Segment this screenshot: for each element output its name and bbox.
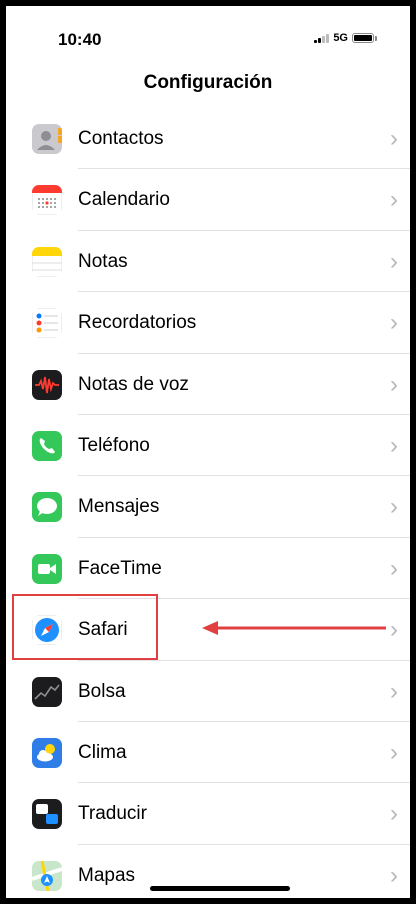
chevron-right-icon: › <box>390 247 398 275</box>
home-indicator[interactable] <box>150 886 290 891</box>
settings-row-recordatorios[interactable]: Recordatorios › <box>6 292 410 354</box>
settings-row-notas[interactable]: Notas › <box>6 231 410 293</box>
safari-highlight-box <box>12 594 158 660</box>
reminders-icon <box>32 308 62 339</box>
network-label: 5G <box>333 32 348 44</box>
chevron-right-icon: › <box>390 493 398 521</box>
settings-row-label: Traducir <box>78 803 147 825</box>
maps-icon <box>32 860 62 891</box>
chevron-right-icon: › <box>390 738 398 766</box>
phone-icon <box>32 430 62 461</box>
chevron-right-icon: › <box>390 309 398 337</box>
settings-row-label: Notas <box>78 250 128 272</box>
settings-row-mensajes[interactable]: Mensajes › <box>6 476 410 538</box>
settings-list: Contactos › Calendario › Notas › Recorda… <box>6 108 410 898</box>
chevron-right-icon: › <box>390 861 398 889</box>
settings-row-label: Notas de voz <box>78 373 189 395</box>
settings-row-label: Bolsa <box>78 680 126 702</box>
notes-icon <box>32 246 62 277</box>
settings-row-contactos[interactable]: Contactos › <box>6 108 410 170</box>
battery-icon <box>352 33 377 43</box>
calendar-icon <box>32 185 62 216</box>
settings-row-calendario[interactable]: Calendario › <box>6 169 410 231</box>
settings-row-bolsa[interactable]: Bolsa › <box>6 661 410 722</box>
settings-row-label: Contactos <box>78 128 164 149</box>
settings-row-label: Clima <box>78 741 127 763</box>
settings-row-label: FaceTime <box>78 557 162 579</box>
translate-icon <box>32 799 62 830</box>
facetime-icon <box>32 553 62 584</box>
settings-row-clima[interactable]: Clima › <box>6 722 410 784</box>
signal-icon <box>314 33 330 43</box>
phone-screen: 10:40 5G Configuración Contactos › Calen… <box>6 6 410 898</box>
stocks-icon <box>32 676 62 707</box>
chevron-right-icon: › <box>390 677 398 705</box>
settings-row-label: Teléfono <box>78 434 150 456</box>
chevron-right-icon: › <box>390 616 398 644</box>
settings-row-label: Calendario <box>78 189 170 211</box>
chevron-right-icon: › <box>390 125 398 152</box>
settings-row-label: Mensajes <box>78 496 160 518</box>
messages-icon <box>32 492 62 523</box>
chevron-right-icon: › <box>390 370 398 398</box>
voice-memos-icon <box>32 369 62 400</box>
weather-icon <box>32 737 62 768</box>
settings-row-label: Recordatorios <box>78 312 197 334</box>
settings-row-facetime[interactable]: FaceTime › <box>6 538 410 600</box>
settings-row-traducir[interactable]: Traducir › <box>6 783 410 845</box>
page-title: Configuración <box>143 72 273 93</box>
status-bar: 10:40 5G <box>6 6 410 66</box>
settings-row-telefono[interactable]: Teléfono › <box>6 415 410 477</box>
arrow-left-icon <box>202 621 386 635</box>
chevron-right-icon: › <box>390 186 398 214</box>
settings-row-notas-de-voz[interactable]: Notas de voz › <box>6 354 410 415</box>
chevron-right-icon: › <box>390 800 398 828</box>
status-icons: 5G <box>314 32 377 44</box>
settings-row-label: Mapas <box>78 864 136 886</box>
chevron-right-icon: › <box>390 431 398 459</box>
chevron-right-icon: › <box>390 554 398 582</box>
status-time: 10:40 <box>58 30 102 49</box>
contacts-icon <box>32 124 62 154</box>
